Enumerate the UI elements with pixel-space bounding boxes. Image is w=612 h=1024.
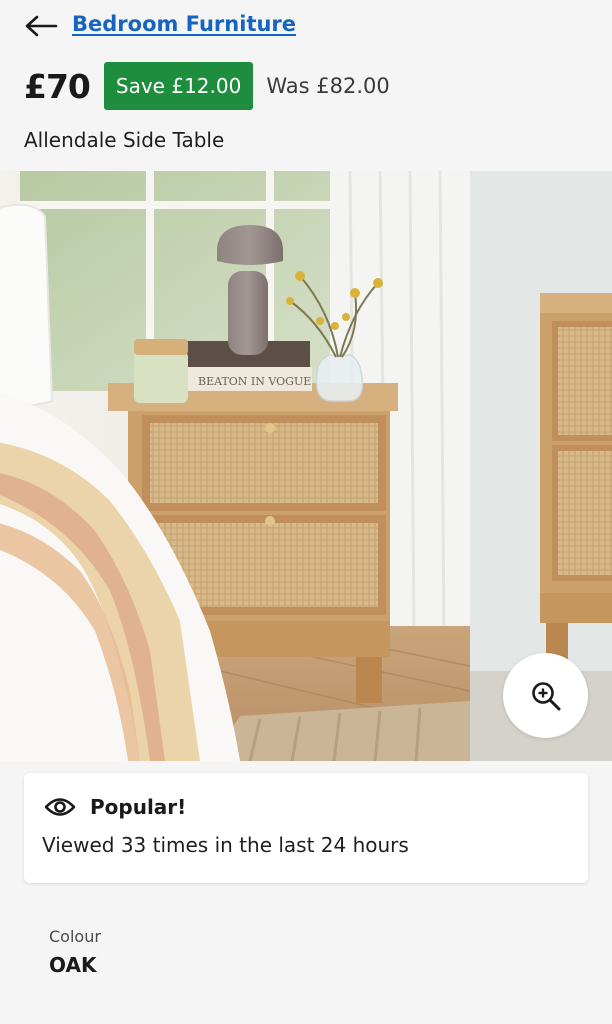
breadcrumb-link[interactable]: Bedroom Furniture <box>72 12 296 36</box>
back-button[interactable] <box>24 10 60 42</box>
top-bar: Bedroom Furniture <box>0 0 612 52</box>
image-carousel[interactable]: BEATON IN VOGUE <box>0 171 612 761</box>
price-row: £70 Save £12.00 Was £82.00 <box>24 62 390 110</box>
current-price: £70 <box>24 66 91 106</box>
eye-icon <box>44 798 76 816</box>
arrow-left-icon <box>25 15 58 37</box>
product-title: Allendale Side Table <box>24 128 225 152</box>
popular-card: Popular! Viewed 33 times in the last 24 … <box>24 773 588 883</box>
product-image-main[interactable]: BEATON IN VOGUE <box>0 171 470 761</box>
zoom-button[interactable] <box>503 653 588 738</box>
book-spine-text: BEATON IN VOGUE <box>198 375 311 388</box>
bedside-scene-illustration: BEATON IN VOGUE <box>0 171 470 761</box>
popular-views-text: Viewed 33 times in the last 24 hours <box>42 833 409 857</box>
popular-header: Popular! <box>44 795 186 819</box>
popular-title: Popular! <box>90 795 187 819</box>
save-badge: Save £12.00 <box>103 62 254 110</box>
colour-value: OAK <box>49 953 97 977</box>
colour-label: Colour <box>49 927 101 946</box>
zoom-in-icon <box>531 681 560 710</box>
was-price: Was £82.00 <box>266 74 390 98</box>
